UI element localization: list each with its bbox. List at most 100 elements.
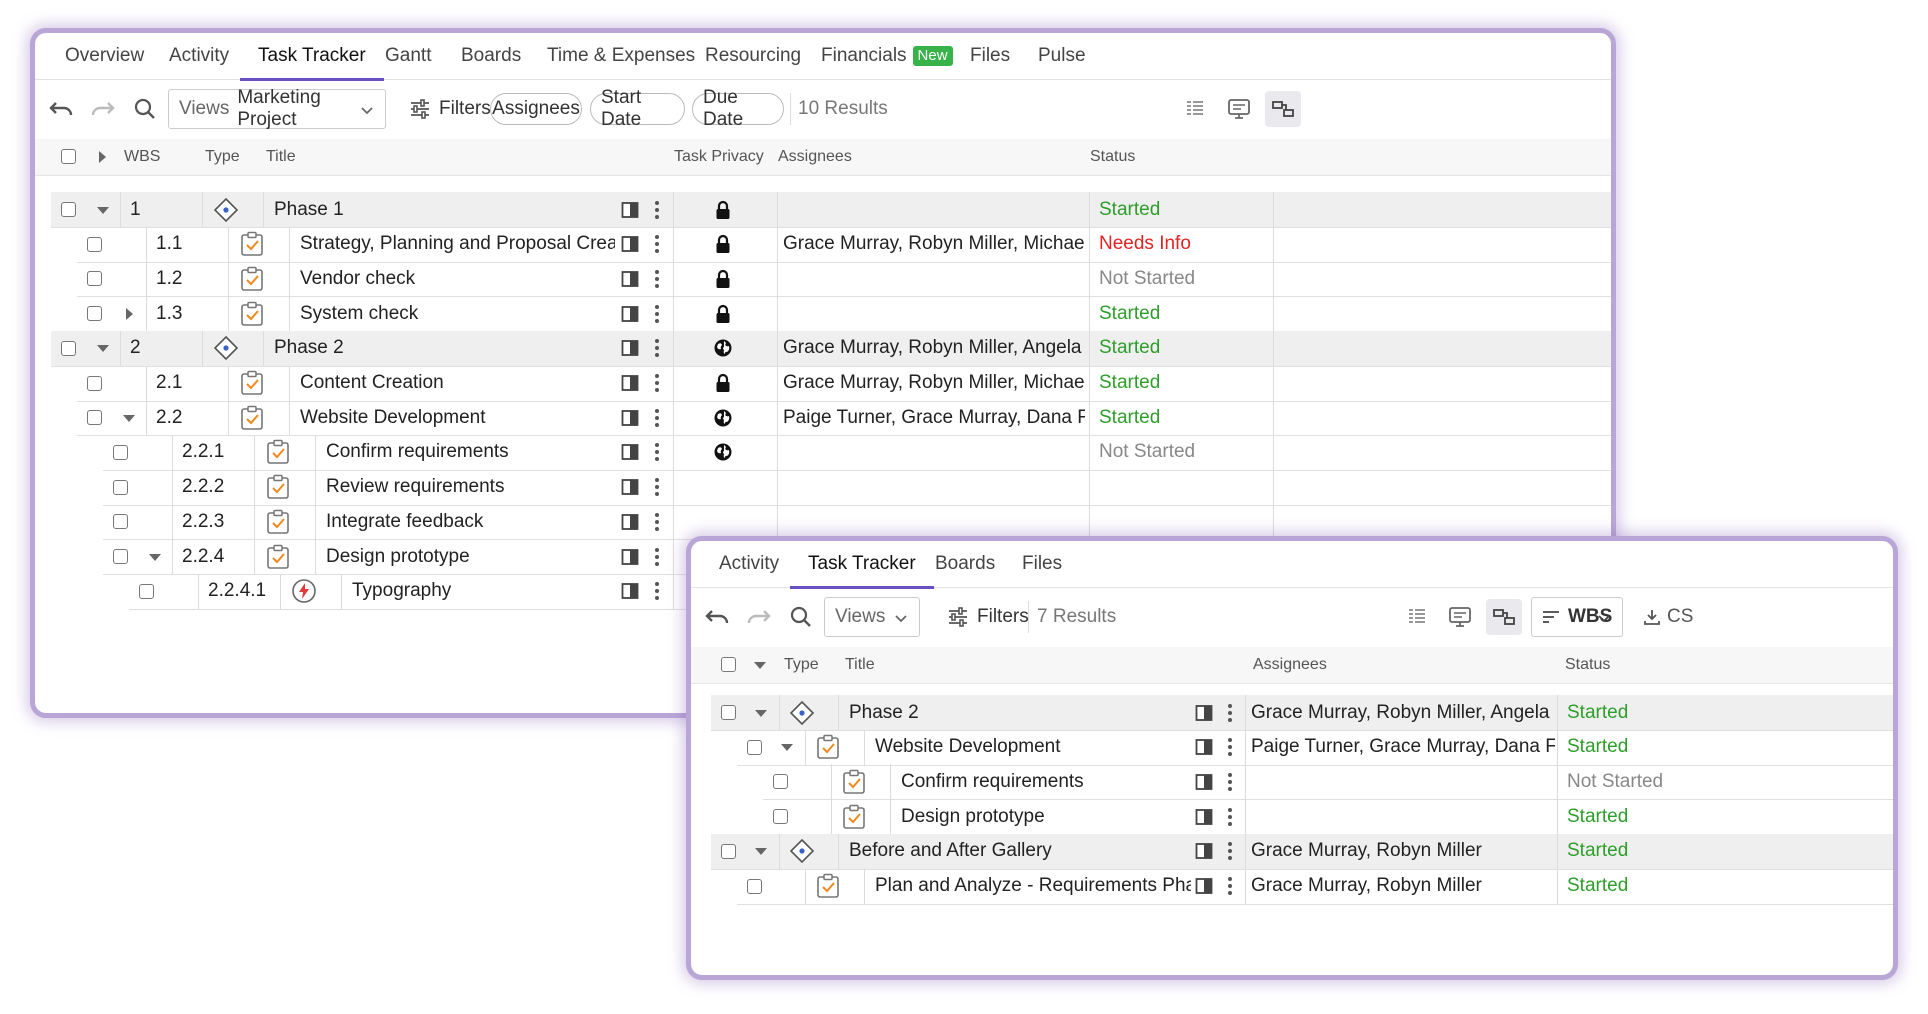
board-view-icon[interactable] xyxy=(1221,91,1257,127)
assignees-cell[interactable]: Grace Murray, Robyn Miller xyxy=(1251,834,1555,869)
assignees-filter-pill[interactable]: Assignees xyxy=(490,93,582,125)
open-side-panel-icon[interactable] xyxy=(1195,730,1215,765)
more-options-icon[interactable] xyxy=(1227,730,1235,765)
task-title[interactable]: System check xyxy=(300,296,615,331)
row-checkbox[interactable] xyxy=(61,192,81,227)
more-options-icon[interactable] xyxy=(654,227,662,262)
assignees-cell[interactable]: Grace Murray, Robyn Miller, Angela Jacob… xyxy=(1251,695,1555,730)
more-options-icon[interactable] xyxy=(1227,764,1235,799)
more-options-icon[interactable] xyxy=(1227,799,1235,834)
redo-icon[interactable] xyxy=(741,599,777,635)
column-header-title[interactable]: Title xyxy=(266,139,296,175)
assignees-cell[interactable] xyxy=(783,470,1085,505)
table-row[interactable]: 1.1 Strategy, Planning and Proposal Creat… xyxy=(77,226,1611,263)
status-badge[interactable]: Started xyxy=(1567,834,1707,869)
tab-pulse[interactable]: Pulse xyxy=(1038,41,1086,71)
collapse-row-icon[interactable] xyxy=(779,730,795,765)
dependency-view-icon[interactable] xyxy=(1265,91,1301,127)
globe-icon[interactable] xyxy=(711,400,735,435)
table-row[interactable]: Plan and Analyze - Requirements Phase 1 G… xyxy=(737,868,1893,905)
phase-row[interactable]: Before and After Gallery Grace Murray, Ro… xyxy=(711,833,1893,870)
status-badge[interactable]: Started xyxy=(1567,799,1707,834)
more-options-icon[interactable] xyxy=(654,192,662,227)
lock-icon[interactable] xyxy=(711,366,735,401)
globe-icon[interactable] xyxy=(711,435,735,470)
more-options-icon[interactable] xyxy=(654,366,662,401)
table-row[interactable]: 1.3 System check Started xyxy=(77,296,1611,333)
row-checkbox[interactable] xyxy=(113,435,133,470)
row-checkbox[interactable] xyxy=(773,799,793,834)
row-checkbox[interactable] xyxy=(87,261,107,296)
views-dropdown[interactable]: Views xyxy=(824,597,920,637)
table-row[interactable]: 2.2.2 Review requirements xyxy=(103,469,1611,506)
status-badge[interactable]: Started xyxy=(1567,695,1707,730)
more-options-icon[interactable] xyxy=(654,504,662,539)
task-title[interactable]: Review requirements xyxy=(326,470,615,505)
tab-activity[interactable]: Activity xyxy=(719,549,779,579)
task-title[interactable]: Website Development xyxy=(300,400,615,435)
status-badge[interactable]: Started xyxy=(1099,296,1269,331)
collapse-row-icon[interactable] xyxy=(753,834,769,869)
task-title[interactable]: Website Development xyxy=(875,730,1191,765)
row-checkbox[interactable] xyxy=(113,539,133,574)
row-checkbox[interactable] xyxy=(113,504,133,539)
status-badge[interactable]: Started xyxy=(1567,730,1707,765)
open-side-panel-icon[interactable] xyxy=(1195,834,1215,869)
expand-all-icon[interactable] xyxy=(97,139,107,175)
more-options-icon[interactable] xyxy=(654,470,662,505)
row-checkbox[interactable] xyxy=(61,331,81,366)
status-badge[interactable]: Not Started xyxy=(1099,435,1269,470)
task-title[interactable]: Vendor check xyxy=(300,261,615,296)
status-badge[interactable]: Started xyxy=(1099,192,1269,227)
task-title[interactable]: Design prototype xyxy=(326,539,615,574)
tab-files[interactable]: Files xyxy=(970,41,1010,71)
expand-row-icon[interactable] xyxy=(121,296,137,331)
more-options-icon[interactable] xyxy=(1227,834,1235,869)
row-checkbox[interactable] xyxy=(87,366,107,401)
status-badge[interactable]: Needs Info xyxy=(1099,227,1269,262)
task-title[interactable]: Design prototype xyxy=(901,799,1191,834)
task-title[interactable]: Phase 2 xyxy=(274,331,615,366)
lock-icon[interactable] xyxy=(711,192,735,227)
assignees-cell[interactable]: Grace Murray, Robyn Miller, Angela Jacob… xyxy=(783,331,1085,366)
column-header-assignees[interactable]: Assignees xyxy=(778,139,852,175)
column-header-status[interactable]: Status xyxy=(1565,647,1610,683)
status-badge[interactable]: Started xyxy=(1099,400,1269,435)
undo-icon[interactable] xyxy=(699,599,735,635)
collapse-row-icon[interactable] xyxy=(147,539,163,574)
assignees-cell[interactable]: Paige Turner, Grace Murray, Dana Fergus.… xyxy=(783,400,1085,435)
tab-activity[interactable]: Activity xyxy=(169,41,229,71)
more-options-icon[interactable] xyxy=(1227,869,1235,904)
tab-gantt[interactable]: Gantt xyxy=(385,41,431,71)
collapse-row-icon[interactable] xyxy=(95,331,111,366)
row-checkbox[interactable] xyxy=(721,834,741,869)
open-side-panel-icon[interactable] xyxy=(621,366,641,401)
open-side-panel-icon[interactable] xyxy=(621,227,641,262)
select-all-checkbox[interactable] xyxy=(61,149,76,165)
more-options-icon[interactable] xyxy=(654,400,662,435)
more-options-icon[interactable] xyxy=(654,435,662,470)
open-side-panel-icon[interactable] xyxy=(1195,695,1215,730)
assignees-cell[interactable] xyxy=(783,504,1085,539)
column-header-type[interactable]: Type xyxy=(205,139,240,175)
status-badge[interactable]: Started xyxy=(1567,869,1707,904)
open-side-panel-icon[interactable] xyxy=(621,574,641,609)
collapse-row-icon[interactable] xyxy=(121,400,137,435)
tab-files[interactable]: Files xyxy=(1022,549,1062,579)
more-options-icon[interactable] xyxy=(1227,695,1235,730)
assignees-cell[interactable] xyxy=(783,261,1085,296)
filters-button[interactable]: Filters xyxy=(947,597,1029,637)
tab-boards[interactable]: Boards xyxy=(461,41,521,71)
task-title[interactable]: Integrate feedback xyxy=(326,504,615,539)
open-side-panel-icon[interactable] xyxy=(621,331,641,366)
open-side-panel-icon[interactable] xyxy=(621,296,641,331)
tab-overview[interactable]: Overview xyxy=(65,41,144,71)
row-checkbox[interactable] xyxy=(113,470,133,505)
assignees-cell[interactable] xyxy=(783,296,1085,331)
table-row[interactable]: 2.1 Content Creation Grace Murray, Robyn M… xyxy=(77,365,1611,402)
row-checkbox[interactable] xyxy=(747,869,767,904)
lock-icon[interactable] xyxy=(711,296,735,331)
task-title[interactable]: Confirm requirements xyxy=(901,764,1191,799)
row-checkbox[interactable] xyxy=(773,764,793,799)
assignees-cell[interactable] xyxy=(1251,799,1555,834)
